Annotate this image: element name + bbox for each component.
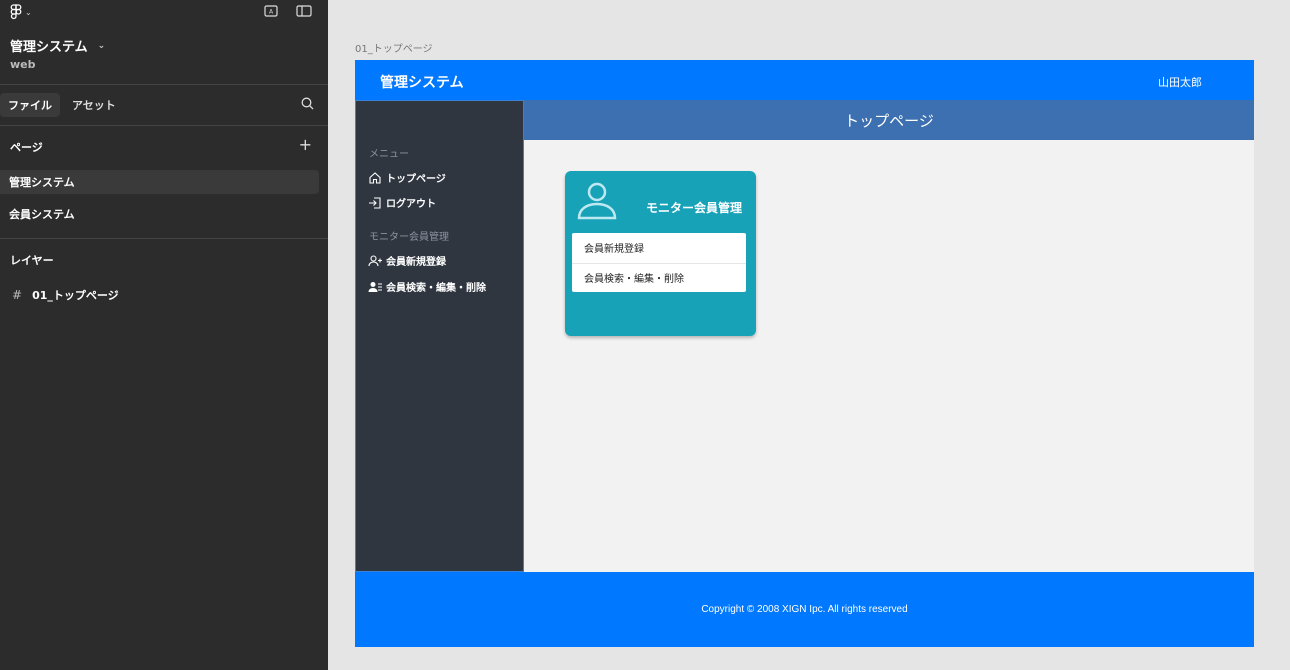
- editor-left-panel: ⌄ A 管理システム ⌄ web ファイル アセット ページ + 管理システム …: [0, 0, 328, 670]
- ai-assistant-icon[interactable]: A: [264, 5, 278, 17]
- sidebar-item-label: トップページ: [386, 174, 446, 185]
- tab-assets[interactable]: アセット: [64, 93, 124, 117]
- app-title: 管理システム: [380, 75, 464, 91]
- card-link-member-register[interactable]: 会員新規登録: [572, 233, 746, 263]
- frame-label[interactable]: 01_トップページ: [355, 40, 433, 55]
- home-icon: [369, 171, 381, 184]
- project-title[interactable]: 管理システム ⌄: [10, 36, 105, 55]
- search-icon[interactable]: [301, 97, 314, 110]
- sidebar-item-logout[interactable]: ログアウト: [368, 195, 436, 210]
- layer-item-top-page[interactable]: # 01_トップページ: [12, 287, 119, 303]
- user-add-icon: [368, 254, 382, 266]
- main-content: モニター会員管理 会員新規登録 会員検索・編集・削除: [524, 140, 1254, 572]
- project-subtitle: web: [10, 58, 36, 71]
- pages-section-title: ページ: [10, 141, 43, 154]
- divider: [0, 84, 328, 85]
- sidebar-menu-heading: メニュー: [369, 149, 409, 160]
- member-management-card: モニター会員管理 会員新規登録 会員検索・編集・削除: [565, 171, 756, 336]
- tab-file[interactable]: ファイル: [0, 93, 60, 117]
- svg-text:A: A: [269, 9, 274, 16]
- divider: [0, 125, 328, 126]
- design-frame[interactable]: 管理システム 山田太郎 メニュー トップページ ログアウト モニター会員管理 会…: [355, 60, 1254, 647]
- sidebar-item-label: ログアウト: [386, 199, 436, 210]
- sidebar-item-member-search[interactable]: 会員検索・編集・削除: [368, 279, 486, 294]
- sidebar-toggle-icon[interactable]: [296, 5, 312, 17]
- app-header: 管理システム 山田太郎: [355, 60, 1254, 100]
- page-item-member-system[interactable]: 会員システム: [0, 202, 319, 226]
- frame-hash-icon: #: [12, 288, 23, 302]
- panel-tabs: ファイル アセット: [0, 93, 124, 117]
- sidebar-item-member-register[interactable]: 会員新規登録: [368, 253, 446, 268]
- card-link-list: 会員新規登録 会員検索・編集・削除: [572, 233, 746, 292]
- app-sidebar: メニュー トップページ ログアウト モニター会員管理 会員新規登録 会員検索・編…: [355, 100, 524, 572]
- project-title-text: 管理システム: [10, 40, 88, 55]
- chevron-down-icon: ⌄: [25, 7, 32, 17]
- sidebar-item-label: 会員検索・編集・削除: [386, 283, 486, 294]
- user-list-icon: [368, 281, 382, 292]
- sidebar-member-heading: モニター会員管理: [369, 232, 449, 243]
- user-icon: [577, 182, 617, 220]
- logout-icon: [369, 196, 381, 209]
- user-name[interactable]: 山田太郎: [1158, 74, 1202, 90]
- sidebar-item-top-page[interactable]: トップページ: [368, 170, 446, 185]
- chevron-down-icon: ⌄: [97, 40, 106, 51]
- layers-section-title: レイヤー: [10, 254, 54, 267]
- card-title: モニター会員管理: [645, 201, 742, 215]
- page-heading: トップページ: [524, 100, 1254, 140]
- app-footer: Copyright © 2008 XIGN Ipc. All rights re…: [355, 572, 1254, 647]
- card-link-member-search[interactable]: 会員検索・編集・削除: [572, 262, 746, 293]
- page-item-admin-system[interactable]: 管理システム: [0, 170, 319, 194]
- sidebar-item-label: 会員新規登録: [386, 257, 446, 268]
- add-page-icon[interactable]: +: [299, 137, 312, 153]
- layer-item-label: 01_トップページ: [32, 289, 119, 302]
- main-menu-button[interactable]: ⌄: [10, 4, 32, 20]
- figma-logo-icon: [10, 4, 22, 20]
- divider: [0, 238, 328, 239]
